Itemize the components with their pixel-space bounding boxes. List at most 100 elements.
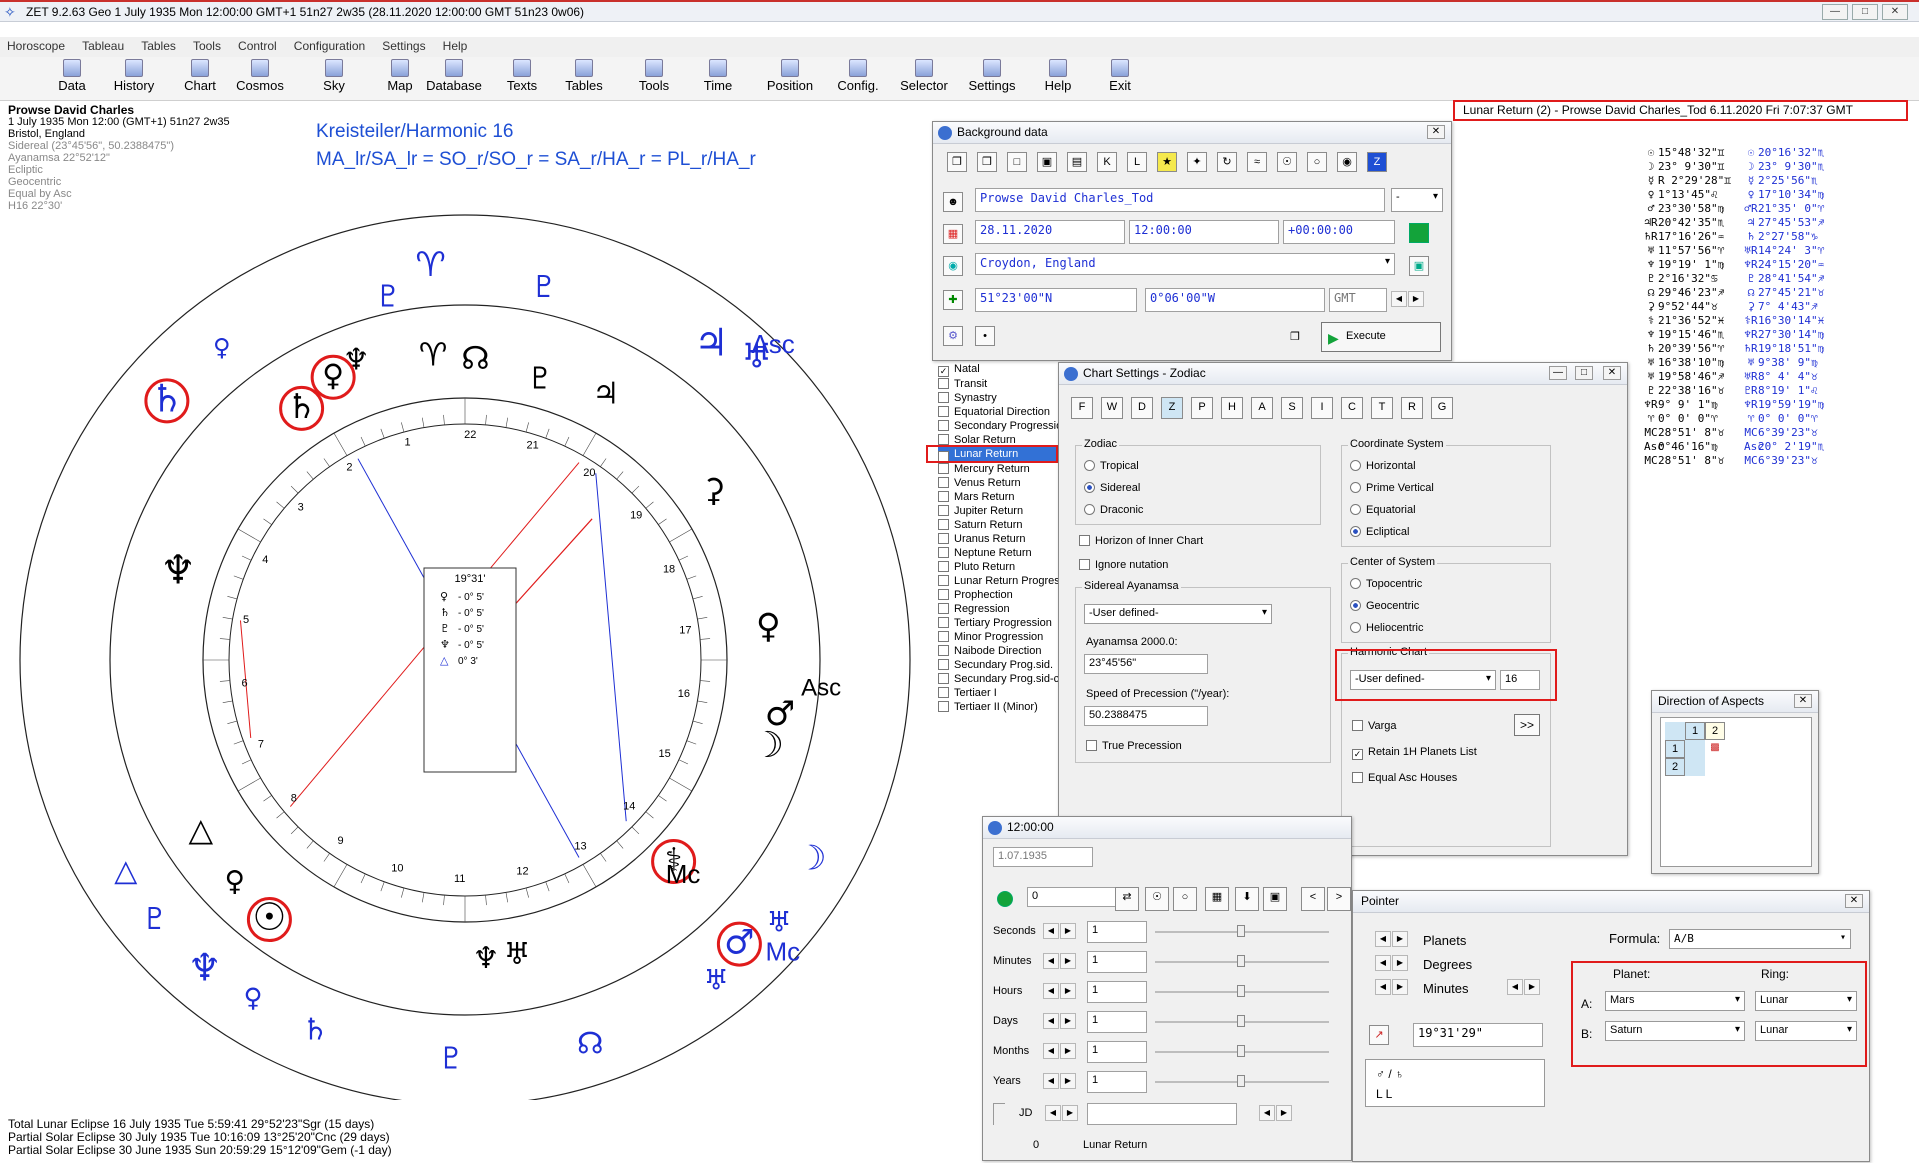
next-icon[interactable]: > <box>1327 887 1351 911</box>
zodiac-z-tab[interactable]: Z <box>1161 397 1183 419</box>
stars-s-tab[interactable]: S <box>1281 397 1303 419</box>
time-row-value[interactable]: 1 <box>1087 921 1147 943</box>
toolbar-config-button[interactable]: Config. <box>830 59 886 99</box>
background-data-close-button[interactable]: ✕ <box>1427 125 1445 139</box>
date-display[interactable]: 1.07.1935 <box>993 847 1093 867</box>
chart-type-checkbox[interactable] <box>938 477 949 488</box>
table-icon[interactable]: ▤ <box>1067 152 1087 172</box>
chart-type-checkbox[interactable] <box>938 603 949 614</box>
planet-glyph[interactable]: △ <box>114 853 137 888</box>
zodiac-tropical[interactable]: Tropical <box>1084 460 1139 472</box>
toolbar-exit-button[interactable]: Exit <box>1092 59 1148 99</box>
chart-type-lunar-return-progress[interactable]: Lunar Return Progress <box>938 574 1060 588</box>
planet-glyph[interactable]: ☽ <box>796 839 826 879</box>
chart-type-checkbox[interactable] <box>938 434 949 445</box>
planet-glyph[interactable]: ☊ <box>461 339 489 377</box>
color-c-tab[interactable]: C <box>1341 397 1363 419</box>
planet-glyph[interactable]: ♆ <box>188 946 222 990</box>
ayanamsa-select[interactable]: -User defined- <box>1084 604 1272 624</box>
chart-type-checkbox[interactable] <box>938 519 949 530</box>
planet-glyph[interactable]: ♇ <box>438 1041 465 1076</box>
save-icon[interactable]: ▣ <box>1263 887 1287 911</box>
point-icon[interactable]: • <box>975 326 995 346</box>
coord-prime-vertical[interactable]: Prime Vertical <box>1350 482 1434 494</box>
pointer-close-button[interactable]: ✕ <box>1845 894 1863 908</box>
aspect-a-tab[interactable]: A <box>1251 397 1273 419</box>
toolbar-history-button[interactable]: History <box>106 59 162 99</box>
time-row-value[interactable]: 1 <box>1087 981 1147 1003</box>
toolbar-data-button[interactable]: Data <box>44 59 100 99</box>
time-row-value[interactable]: 1 <box>1087 1071 1147 1093</box>
coord-ecliptical[interactable]: Ecliptical <box>1350 526 1409 538</box>
time-row-slider-thumb[interactable] <box>1237 985 1245 997</box>
timezone-field[interactable]: GMT <box>1329 288 1387 312</box>
date-field[interactable]: 28.11.2020 <box>975 220 1125 244</box>
coordinates-icon[interactable]: ✚ <box>943 290 963 310</box>
planet-glyph[interactable]: ♆ <box>160 547 196 593</box>
aspect-row-1[interactable]: 1 <box>1665 740 1685 758</box>
coord-equatorial[interactable]: Equatorial <box>1350 504 1416 516</box>
l-icon[interactable]: L <box>1127 152 1147 172</box>
toolbar-texts-button[interactable]: Texts <box>494 59 550 99</box>
k-icon[interactable]: K <box>1097 152 1117 172</box>
name-field[interactable]: Prowse David Charles_Tod <box>975 188 1385 212</box>
menu-tools[interactable]: Tools <box>186 37 228 55</box>
chart-type-secundary-prog-sid-c[interactable]: Secundary Prog.sid-c <box>938 672 1060 686</box>
time-row-value[interactable]: 1 <box>1087 1011 1147 1033</box>
toolbar-map-button[interactable]: Map <box>372 59 428 99</box>
planet-glyph[interactable]: ♂ <box>765 694 795 734</box>
planet-glyph[interactable]: ⚳ <box>702 471 725 509</box>
toolbar-cosmos-button[interactable]: Cosmos <box>232 59 288 99</box>
place-dropdown-icon[interactable]: ▾ <box>1385 256 1390 267</box>
chart-type-checkbox[interactable] <box>938 533 949 544</box>
sun-icon[interactable]: ☉ <box>1277 152 1297 172</box>
ignore-nutation-checkbox[interactable]: Ignore nutation <box>1079 559 1168 571</box>
planet-glyph[interactable]: ♀ <box>213 334 231 362</box>
chart-type-tertiary-progression[interactable]: Tertiary Progression <box>938 616 1060 630</box>
degrees-stepper[interactable]: ◀ ▶ <box>1375 955 1409 973</box>
chart-settings-close-button[interactable]: ✕ <box>1603 366 1621 380</box>
asc-h-tab[interactable]: H <box>1221 397 1243 419</box>
toolbar-position-button[interactable]: Position <box>762 59 818 99</box>
chart-type-regression[interactable]: Regression <box>938 602 1060 616</box>
planet-glyph[interactable]: ♀ <box>756 607 781 647</box>
chart-type-tertiaer-i[interactable]: Tertiaer I <box>938 686 1060 700</box>
chart-type-tertiaer-ii-minor-[interactable]: Tertiaer II (Minor) <box>938 700 1060 714</box>
chart-type-checkbox[interactable] <box>938 659 949 670</box>
z-icon[interactable]: Z <box>1367 152 1387 172</box>
toolbar-help-button[interactable]: Help <box>1030 59 1086 99</box>
text-t-tab[interactable]: T <box>1371 397 1393 419</box>
planet-glyph[interactable]: ♂ <box>724 923 754 963</box>
run-indicator-icon[interactable] <box>997 891 1013 907</box>
planets-stepper[interactable]: ◀ ▶ <box>1375 931 1409 949</box>
time-row-value[interactable]: 1 <box>1087 1041 1147 1063</box>
name-dropdown[interactable]: - <box>1391 188 1443 212</box>
zodiac-w-tab[interactable]: W <box>1101 397 1123 419</box>
jd-field[interactable] <box>1087 1103 1237 1125</box>
planet-glyph[interactable]: ♃ <box>592 377 619 412</box>
minutes-stepper[interactable]: ◀ ▶ <box>1375 979 1409 997</box>
planet-glyph[interactable]: ♀ <box>322 359 344 394</box>
chart-type-checkbox[interactable] <box>938 547 949 558</box>
precession-field[interactable]: 50.2388475 <box>1084 706 1208 726</box>
menu-help[interactable]: Help <box>436 37 475 55</box>
planet-glyph[interactable]: ♇ <box>527 361 554 396</box>
chart-type-checkbox[interactable] <box>938 645 949 656</box>
toolbar-database-button[interactable]: Database <box>426 59 482 99</box>
chart-type-mercury-return[interactable]: Mercury Return <box>938 462 1060 476</box>
chart-type-naibode-direction[interactable]: Naibode Direction <box>938 644 1060 658</box>
ring-a-select[interactable]: Lunar <box>1755 991 1857 1011</box>
chart-type-neptune-return[interactable]: Neptune Return <box>938 546 1060 560</box>
chart-settings-maximize-button[interactable]: □ <box>1575 366 1593 380</box>
time-field[interactable]: 12:00:00 <box>1129 220 1279 244</box>
planet-glyph[interactable]: ♀ <box>225 864 246 897</box>
aspect-cell-2-1[interactable] <box>1685 758 1705 776</box>
chart-settings-minimize-button[interactable]: — <box>1549 366 1567 380</box>
circle-step-icon[interactable]: ○ <box>1173 887 1197 911</box>
aspect-icon[interactable]: ✦ <box>1187 152 1207 172</box>
place-field[interactable]: Croydon, England <box>975 253 1395 275</box>
chart-type-synastry[interactable]: Synastry <box>938 391 1060 405</box>
chart-type-secondary-progressio[interactable]: Secondary Progressio <box>938 419 1060 433</box>
planet-glyph[interactable]: ♇ <box>375 280 402 315</box>
chart-type-uranus-return[interactable]: Uranus Return <box>938 532 1060 546</box>
